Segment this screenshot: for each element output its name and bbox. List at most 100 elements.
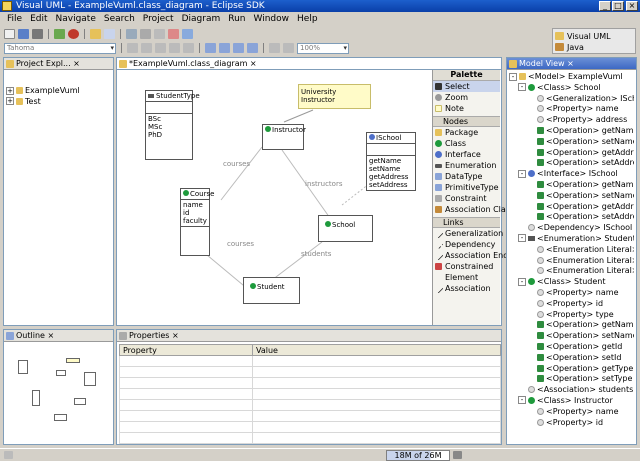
forward-icon[interactable]	[182, 29, 193, 39]
palette-link-dependency[interactable]: Dependency	[433, 239, 500, 250]
search-icon[interactable]	[104, 29, 115, 39]
model-tree-item[interactable]: <Association> students	[509, 385, 634, 396]
interface-ischool[interactable]: ISchool getName setName getAddress setAd…	[366, 132, 416, 191]
model-tree-item[interactable]: <Enumeration Literal> BSc	[509, 245, 634, 256]
trash-icon[interactable]	[453, 451, 462, 459]
new-icon[interactable]	[4, 29, 15, 39]
zoom-out-icon[interactable]	[283, 43, 294, 53]
expand-icon[interactable]: +	[6, 97, 14, 106]
model-tree-item[interactable]: <Operation> getName	[509, 126, 634, 137]
model-tree-item[interactable]: - <Model> ExampleVuml	[509, 72, 634, 83]
collapse-icon[interactable]: -	[518, 396, 526, 405]
model-tree-item[interactable]: <Enumeration Literal> MSc	[509, 256, 634, 267]
model-tree-item[interactable]: <Property> id	[509, 299, 634, 310]
tree-item-test[interactable]: + Test	[6, 97, 111, 108]
layout-icon[interactable]	[154, 29, 165, 39]
diagram-canvas[interactable]: StudentType BSc MSc PhD University Instr…	[117, 70, 433, 325]
palette-node-constraint[interactable]: Constraint	[433, 193, 500, 204]
model-tree-item[interactable]: <Property> type	[509, 310, 634, 321]
model-tree-item[interactable]: <Operation> getName	[509, 180, 634, 191]
model-tree-item[interactable]: <Property> name	[509, 104, 634, 115]
heap-status[interactable]: 18M of 26M	[386, 450, 450, 461]
collapse-icon[interactable]: -	[518, 83, 526, 92]
model-tree-item[interactable]: - <Class> Student	[509, 277, 634, 288]
model-tree-item[interactable]: - <Enumeration> StudentType	[509, 234, 634, 245]
properties-tab[interactable]: Properties ×	[117, 330, 501, 342]
model-tree-item[interactable]: <Operation> setId	[509, 353, 634, 364]
model-tree-item[interactable]: - <Class> Instructor	[509, 396, 634, 407]
menu-window[interactable]: Window	[250, 14, 294, 24]
perspective-java[interactable]: Java	[567, 43, 584, 52]
model-tree-item[interactable]: <Operation> getId	[509, 342, 634, 353]
line-color-icon[interactable]	[183, 43, 194, 53]
model-tree-item[interactable]: <Operation> getType	[509, 364, 634, 375]
column-header-value[interactable]: Value	[252, 344, 501, 356]
model-tree-item[interactable]: <Property> address	[509, 115, 634, 126]
model-view-tab[interactable]: Model View ×	[507, 58, 636, 70]
menu-edit[interactable]: Edit	[26, 14, 51, 24]
palette-node-class[interactable]: Class	[433, 138, 500, 149]
model-tree-item[interactable]: <Operation> setName	[509, 331, 634, 342]
menu-project[interactable]: Project	[139, 14, 178, 24]
palette-drawer-nodes[interactable]: Nodes	[433, 116, 500, 127]
collapse-icon[interactable]: -	[518, 234, 526, 243]
auto-size-icon[interactable]	[247, 43, 258, 53]
menu-search[interactable]: Search	[100, 14, 139, 24]
class-course[interactable]: Course name id faculty	[180, 188, 214, 256]
run-icon[interactable]	[68, 29, 79, 39]
select-all-icon[interactable]	[205, 43, 216, 53]
model-tree-item[interactable]: <Dependency> ISchool	[509, 223, 634, 234]
model-tree-item[interactable]: <Operation> setType	[509, 374, 634, 385]
collapse-icon[interactable]: -	[518, 277, 526, 286]
palette-tool-select[interactable]: Select	[433, 81, 500, 92]
palette-drawer-links[interactable]: Links	[433, 217, 500, 228]
minimize-button[interactable]: _	[599, 1, 611, 11]
model-tree-item[interactable]: - <Class> School	[509, 83, 634, 94]
bold-icon[interactable]	[127, 43, 138, 53]
palette-node-enumeration[interactable]: Enumeration	[433, 160, 500, 171]
palette-header[interactable]: Palette	[433, 70, 500, 81]
palette-node-interface[interactable]: Interface	[433, 149, 500, 160]
palette-node-primitivetype[interactable]: PrimitiveType	[433, 182, 500, 193]
palette-tool-note[interactable]: Note	[433, 103, 500, 114]
palette-node-datatype[interactable]: DataType	[433, 171, 500, 182]
model-tree-item[interactable]: <Operation> setName	[509, 191, 634, 202]
model-tree-item[interactable]: <Operation> getAddress	[509, 202, 634, 213]
expand-icon[interactable]: +	[6, 86, 14, 95]
collapse-icon[interactable]: -	[509, 72, 517, 81]
perspective-visual-uml[interactable]: Visual UML	[567, 32, 611, 41]
menu-run[interactable]: Run	[224, 14, 249, 24]
editor-tab[interactable]: *ExampleVuml.class_diagram ×	[117, 58, 501, 70]
align-icon[interactable]	[126, 29, 137, 39]
font-color-icon[interactable]	[155, 43, 166, 53]
zoom-in-icon[interactable]	[269, 43, 280, 53]
font-combo[interactable]: Tahoma	[4, 42, 116, 54]
column-header-property[interactable]: Property	[119, 344, 253, 356]
close-button[interactable]: ×	[626, 1, 638, 11]
model-tree-item[interactable]: <Operation> setAddress	[509, 212, 634, 223]
palette-node-association-class[interactable]: Association Class	[433, 204, 514, 215]
maximize-button[interactable]: □	[612, 1, 624, 11]
arrange-icon[interactable]	[219, 43, 230, 53]
zoom-combo[interactable]: 100%	[297, 42, 349, 54]
menu-help[interactable]: Help	[293, 14, 322, 24]
fill-color-icon[interactable]	[169, 43, 180, 53]
format-icon[interactable]	[140, 29, 151, 39]
menu-file[interactable]: File	[3, 14, 26, 24]
back-icon[interactable]	[168, 29, 179, 39]
class-student[interactable]: Student	[243, 277, 300, 304]
palette-link-association-end[interactable]: Association End	[433, 250, 508, 261]
outline-tab[interactable]: Outline ×	[4, 330, 113, 342]
align-left-icon[interactable]	[233, 43, 244, 53]
model-tree-item[interactable]: <Generalization> ISchool	[509, 94, 634, 105]
model-tree-item[interactable]: <Property> id	[509, 418, 634, 429]
italic-icon[interactable]	[141, 43, 152, 53]
model-tree-item[interactable]: <Property> name	[509, 288, 634, 299]
menu-diagram[interactable]: Diagram	[178, 14, 225, 24]
class-school[interactable]: School	[318, 215, 373, 242]
model-tree-item[interactable]: <Property> name	[509, 407, 634, 418]
palette-node-package[interactable]: Package	[433, 127, 500, 138]
enum-studenttype[interactable]: StudentType BSc MSc PhD	[145, 90, 200, 160]
collapse-icon[interactable]: -	[518, 169, 526, 178]
note-university-instructor[interactable]: University Instructor	[298, 84, 371, 109]
